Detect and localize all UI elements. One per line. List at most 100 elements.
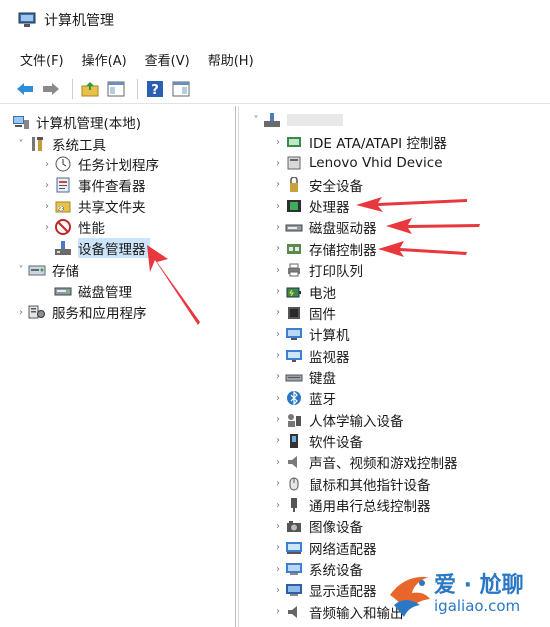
tree-item-label: 任务计划程序 xyxy=(78,158,159,174)
action-pane-icon xyxy=(172,81,190,96)
menu-view[interactable]: 查看(V) xyxy=(145,50,190,69)
chevron-right-icon[interactable]: › xyxy=(271,371,285,382)
menu-file[interactable]: 文件(F) xyxy=(20,50,64,69)
computer-management-icon xyxy=(12,114,30,130)
device-category-label: 磁盘驱动器 xyxy=(309,221,377,238)
tree-item-label: 设备管理器 xyxy=(78,238,150,258)
device-category-label: Lenovo Vhid Device xyxy=(309,155,443,172)
device-category-item[interactable]: › 声音、视频和游戏控制器 xyxy=(271,452,458,472)
chevron-right-icon[interactable]: › xyxy=(271,329,285,340)
tree-item-performance[interactable]: › 性能 xyxy=(40,217,105,237)
device-category-item[interactable]: › 计算机 xyxy=(271,324,350,344)
forward-button[interactable] xyxy=(40,78,62,100)
chevron-right-icon[interactable]: › xyxy=(271,393,285,404)
chevron-right-icon[interactable]: › xyxy=(271,350,285,361)
chevron-right-icon[interactable]: › xyxy=(271,500,285,511)
chevron-right-icon[interactable]: › xyxy=(271,201,285,212)
hid-device-icon xyxy=(285,155,303,171)
network-adapter-icon xyxy=(285,540,303,556)
menu-help[interactable]: 帮助(H) xyxy=(208,50,254,69)
device-category-item[interactable]: › 存储控制器 xyxy=(271,239,377,259)
device-category-item[interactable]: › 图像设备 xyxy=(271,516,363,536)
tree-item-label: 性能 xyxy=(78,221,105,237)
battery-icon xyxy=(285,284,303,300)
chevron-right-icon[interactable]: › xyxy=(271,521,285,532)
chevron-right-icon[interactable]: › xyxy=(40,222,54,233)
device-category-item[interactable]: › 显示适配器 xyxy=(271,580,377,600)
tree-item-services-apps[interactable]: › 服务和应用程序 xyxy=(14,302,147,322)
device-category-item[interactable]: › 打印队列 xyxy=(271,260,363,280)
security-device-icon xyxy=(285,176,303,193)
chevron-right-icon[interactable]: › xyxy=(271,435,285,446)
sound-icon xyxy=(285,454,303,470)
device-category-label: 显示适配器 xyxy=(309,584,377,601)
tree-item-root[interactable]: 计算机管理(本地) xyxy=(12,112,141,132)
tree-item-label: 磁盘管理 xyxy=(78,285,132,301)
storage-icon xyxy=(28,262,46,278)
chevron-right-icon[interactable]: › xyxy=(271,158,285,169)
redacted-name xyxy=(287,114,343,126)
device-category-item[interactable]: › 键盘 xyxy=(271,367,336,387)
device-category-label: 人体学输入设备 xyxy=(309,413,404,430)
chevron-down-icon[interactable]: ˅ xyxy=(249,115,263,126)
device-category-item[interactable]: › 网络适配器 xyxy=(271,538,377,558)
chevron-right-icon[interactable]: › xyxy=(271,243,285,254)
device-category-item[interactable]: › 人体学输入设备 xyxy=(271,410,404,430)
tree-item-system-tools[interactable]: ˅ 系统工具 xyxy=(14,134,106,154)
chevron-right-icon[interactable]: › xyxy=(271,179,285,190)
chevron-right-icon[interactable]: › xyxy=(271,222,285,233)
chevron-down-icon[interactable]: ˅ xyxy=(14,139,28,150)
device-category-label: 处理器 xyxy=(309,200,350,217)
tree-item-event-viewer[interactable]: › 事件查看器 xyxy=(40,175,146,195)
chevron-right-icon[interactable]: › xyxy=(271,307,285,318)
chevron-right-icon[interactable]: › xyxy=(271,478,285,489)
device-category-label: 蓝牙 xyxy=(309,392,336,409)
chevron-right-icon[interactable]: › xyxy=(40,201,54,212)
device-category-item[interactable]: › 电池 xyxy=(271,282,336,302)
chevron-right-icon[interactable]: › xyxy=(271,265,285,276)
tree-item-device-manager[interactable]: 设备管理器 xyxy=(54,238,150,258)
menu-action[interactable]: 操作(A) xyxy=(82,50,127,69)
device-category-item[interactable]: › 蓝牙 xyxy=(271,388,336,408)
back-button[interactable] xyxy=(14,78,36,100)
device-category-label: 网络适配器 xyxy=(309,541,377,558)
up-one-level-button[interactable] xyxy=(79,78,101,100)
device-category-item[interactable]: › 软件设备 xyxy=(271,431,363,451)
chevron-right-icon[interactable]: › xyxy=(40,159,54,170)
device-category-item[interactable]: › IDE ATA/ATAPI 控制器 xyxy=(271,132,447,152)
help-button[interactable]: ? xyxy=(144,78,166,100)
bluetooth-icon xyxy=(285,390,303,406)
chevron-right-icon[interactable]: › xyxy=(271,542,285,553)
chevron-down-icon[interactable]: ˅ xyxy=(14,265,28,276)
toolbar-separator xyxy=(72,78,73,99)
device-tree-root[interactable]: ˅ xyxy=(249,110,343,130)
device-category-label: 图像设备 xyxy=(309,520,363,537)
device-category-item[interactable]: › 磁盘驱动器 xyxy=(271,217,377,237)
tree-item-shared-folders[interactable]: › 23 共享文件夹 xyxy=(40,196,146,216)
chevron-right-icon[interactable]: › xyxy=(271,286,285,297)
device-manager-icon xyxy=(54,240,72,256)
device-category-item[interactable]: › 处理器 xyxy=(271,196,350,216)
toolbar: ? xyxy=(0,74,550,104)
chevron-right-icon[interactable]: › xyxy=(40,180,54,191)
disk-management-icon xyxy=(54,283,72,299)
device-category-item[interactable]: › 监视器 xyxy=(271,346,350,366)
device-category-item[interactable]: › 系统设备 xyxy=(271,559,363,579)
device-category-item[interactable]: › 固件 xyxy=(271,303,336,323)
chevron-right-icon[interactable]: › xyxy=(271,137,285,148)
show-hide-tree-button[interactable] xyxy=(105,78,127,100)
chevron-right-icon[interactable]: › xyxy=(14,307,28,318)
device-category-item[interactable]: › Lenovo Vhid Device xyxy=(271,153,443,173)
chevron-right-icon[interactable]: › xyxy=(271,564,285,575)
device-category-item[interactable]: › 安全设备 xyxy=(271,175,363,195)
tree-item-storage[interactable]: ˅ 存储 xyxy=(14,260,80,280)
tree-item-disk-management[interactable]: 磁盘管理 xyxy=(54,281,132,301)
device-category-item[interactable]: › 鼠标和其他指针设备 xyxy=(271,474,431,494)
chevron-right-icon[interactable]: › xyxy=(271,585,285,596)
tree-item-task-scheduler[interactable]: › 任务计划程序 xyxy=(40,154,159,174)
device-category-item[interactable]: › 通用串行总线控制器 xyxy=(271,495,431,515)
chevron-right-icon[interactable]: › xyxy=(271,606,285,617)
action-pane-button[interactable] xyxy=(170,78,192,100)
chevron-right-icon[interactable]: › xyxy=(271,457,285,468)
chevron-right-icon[interactable]: › xyxy=(271,414,285,425)
